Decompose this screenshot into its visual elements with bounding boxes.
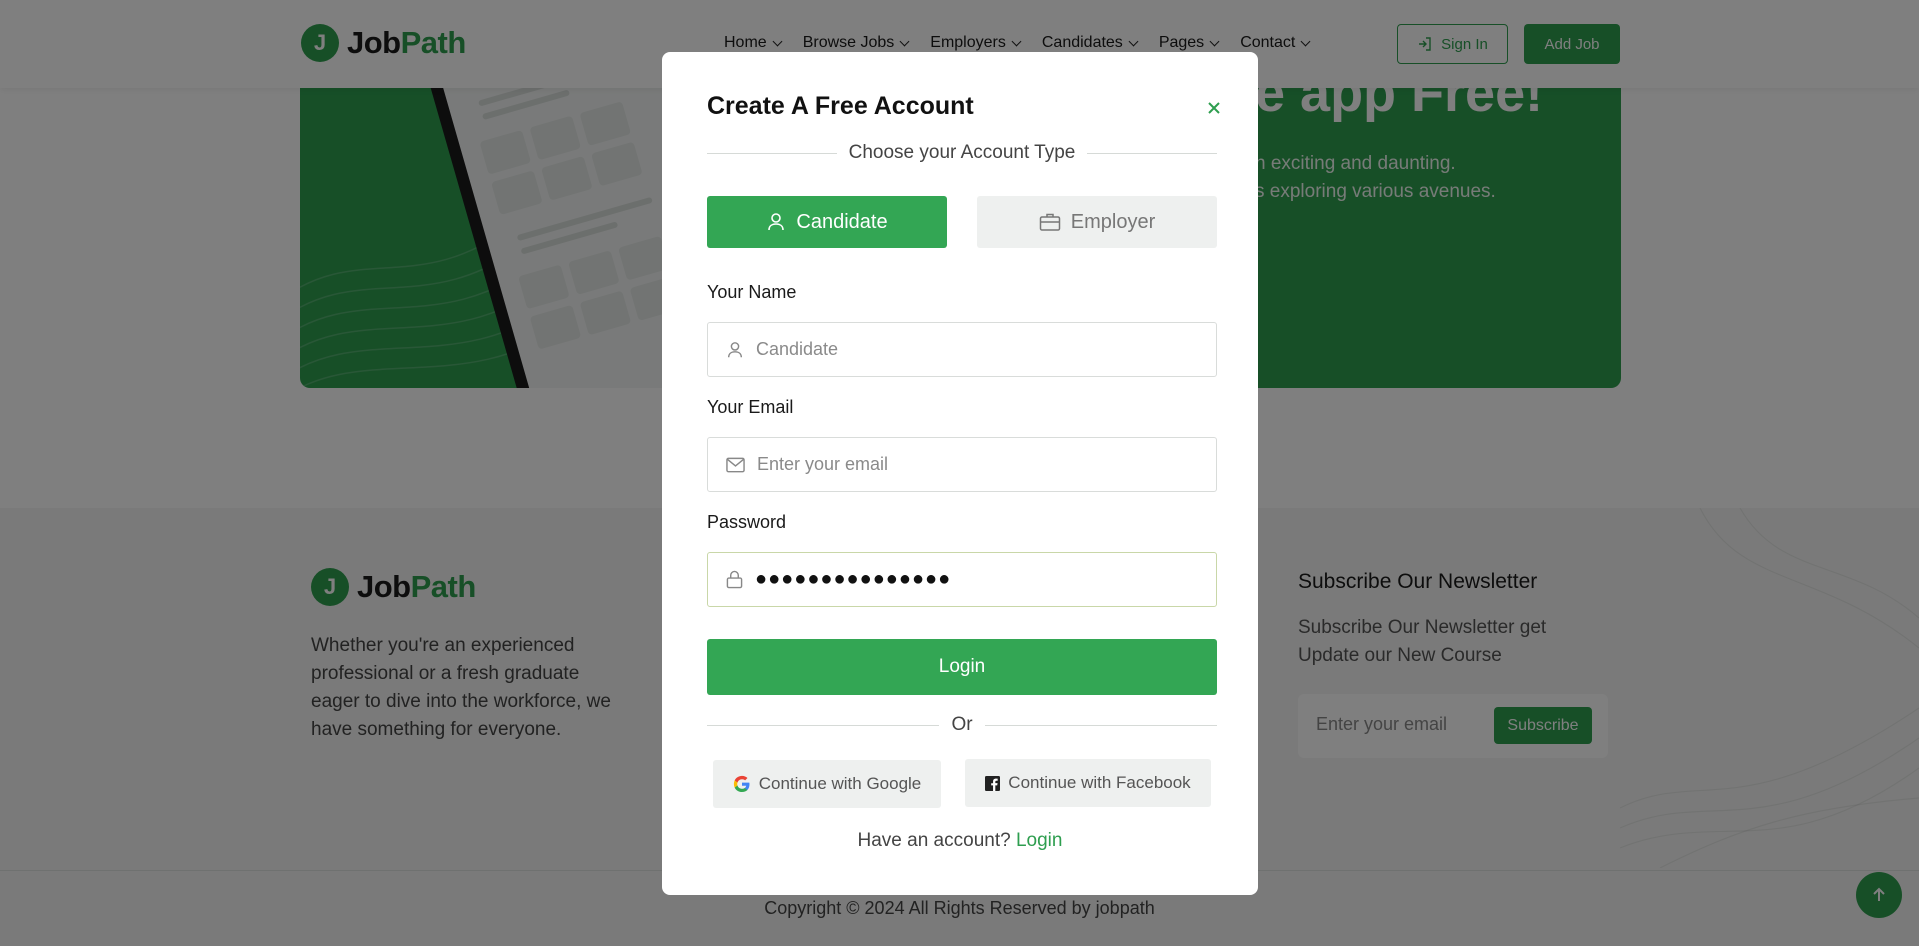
email-input[interactable] — [757, 454, 1197, 475]
password-field[interactable]: ●●●●●●●●●●●●●●● — [707, 552, 1217, 607]
user-icon — [768, 213, 785, 231]
login-button[interactable]: Login — [707, 639, 1217, 695]
candidate-type-button[interactable]: Candidate — [707, 196, 947, 248]
employer-label: Employer — [1070, 210, 1156, 233]
lock-icon — [726, 570, 743, 589]
google-icon — [733, 775, 750, 792]
login-link[interactable]: Login — [1016, 830, 1063, 851]
name-field[interactable] — [707, 322, 1217, 377]
close-button[interactable] — [1202, 96, 1226, 120]
divider-line — [1087, 152, 1217, 154]
modal-title: Create A Free Account — [707, 92, 974, 120]
password-input[interactable]: ●●●●●●●●●●●●●●● — [755, 568, 951, 591]
facebook-login-button[interactable]: Continue with Facebook — [965, 759, 1211, 807]
facebook-label: Continue with Facebook — [1008, 773, 1191, 792]
divider-line — [707, 152, 837, 154]
briefcase-icon — [1039, 213, 1060, 231]
account-type-divider: Choose your Account Type — [707, 142, 1217, 164]
email-field[interactable] — [707, 437, 1217, 492]
close-icon — [1208, 102, 1220, 114]
password-label: Password — [707, 512, 787, 532]
have-account-text: Have an account? — [857, 830, 1011, 851]
divider-line — [707, 724, 940, 726]
user-icon — [727, 341, 743, 357]
google-label: Continue with Google — [758, 774, 922, 793]
divider-line — [984, 724, 1218, 726]
candidate-label: Candidate — [796, 210, 888, 233]
facebook-icon — [985, 775, 1001, 791]
name-input[interactable] — [756, 339, 1196, 360]
account-type-selector: Candidate Employer — [707, 196, 1217, 248]
google-login-button[interactable]: Continue with Google — [713, 760, 941, 808]
account-type-heading: Choose your Account Type — [848, 142, 1076, 163]
have-account-row: Have an account? Login — [662, 830, 1258, 852]
create-account-modal: Create A Free Account Choose your Accoun… — [662, 52, 1258, 895]
name-label: Your Name — [707, 282, 797, 302]
email-label: Your Email — [707, 397, 794, 417]
envelope-icon — [726, 457, 745, 472]
or-text: Or — [951, 714, 973, 735]
employer-type-button[interactable]: Employer — [977, 196, 1217, 248]
or-divider: Or — [707, 714, 1218, 736]
